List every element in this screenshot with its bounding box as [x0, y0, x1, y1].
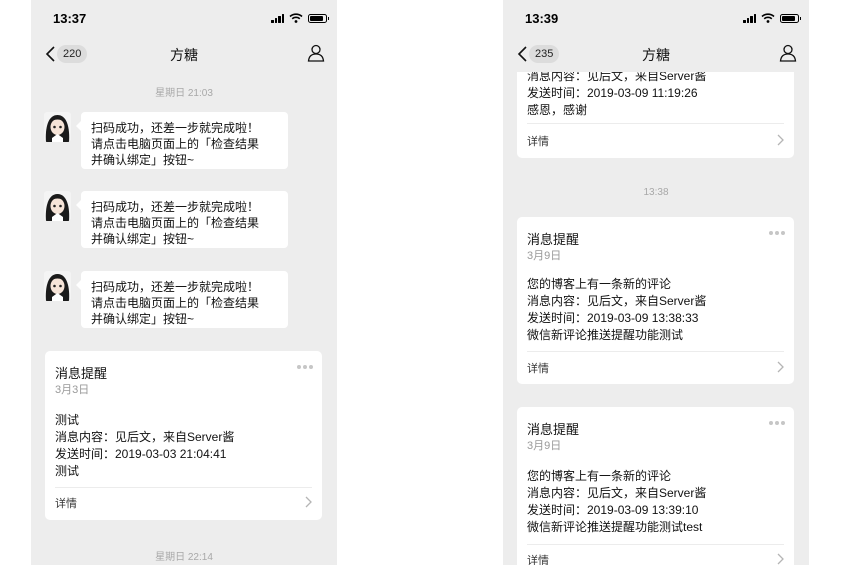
more-dots-icon[interactable] [769, 421, 785, 425]
card-title: 消息提醒 [55, 366, 108, 381]
card-date: 3月9日 [527, 440, 562, 452]
notification-card[interactable]: 消息提醒 3月9日 您的博客上有一条新的评论 消息内容：见后文，来自Server… [517, 407, 794, 565]
card-divider [527, 123, 784, 124]
message-line: 请点击电脑页面上的「检查结果 [91, 296, 260, 310]
avatar[interactable] [44, 112, 71, 142]
card-line: 消息内容：见后文，来自Server酱 [527, 294, 707, 308]
signal-icon [271, 13, 284, 23]
card-detail-link[interactable]: 详情 [55, 495, 77, 511]
more-dots-icon[interactable] [769, 231, 785, 235]
card-detail-link[interactable]: 详情 [527, 552, 549, 565]
chevron-right-icon[interactable] [776, 134, 784, 146]
person-icon[interactable] [306, 43, 326, 63]
card-line: 测试 [55, 413, 80, 427]
card-divider [55, 487, 312, 488]
message-bubble[interactable]: 扫码成功，还差一步就完成啦！ 请点击电脑页面上的「检查结果 并确认绑定」按钮~ [76, 191, 288, 248]
status-bar: 13:39 [503, 0, 809, 34]
card-divider [527, 351, 784, 352]
message-bubble[interactable]: 扫码成功，还差一步就完成啦！ 请点击电脑页面上的「检查结果 并确认绑定」按钮~ [76, 271, 288, 328]
card-body: 您的博客上有一条新的评论 消息内容：见后文，来自Server酱 发送时间：201… [527, 468, 706, 536]
message-line: 并确认绑定」按钮~ [91, 153, 195, 167]
card-line: 微信新评论推送提醒功能测试 [527, 328, 684, 342]
card-title: 消息提醒 [527, 232, 580, 247]
status-time: 13:37 [53, 11, 87, 26]
card-body: 测试 消息内容：见后文，来自Server酱 发送时间：2019-03-03 21… [55, 412, 234, 480]
status-icons [743, 12, 801, 24]
card-line: 测试 [55, 464, 80, 478]
chevron-right-icon[interactable] [776, 361, 784, 373]
time-separator: 星期日 21:03 [155, 88, 213, 99]
message-line: 并确认绑定」按钮~ [91, 312, 195, 326]
message-line: 扫码成功，还差一步就完成啦！ [91, 121, 260, 135]
card-divider [527, 544, 784, 545]
card-line: 消息内容：见后文，来自Server酱 [527, 486, 707, 500]
card-line: 发送时间：2019-03-09 13:39:10 [527, 503, 699, 517]
status-bar: 13:37 [31, 0, 337, 34]
card-detail-link[interactable]: 详情 [527, 360, 549, 376]
card-detail-link[interactable]: 详情 [527, 133, 549, 149]
left-phone-screen: 13:37 220 方糖 星期日 21:03 扫码成功，还差一步就完成啦！ 请点… [31, 0, 337, 565]
chat-title: 方糖 [642, 47, 670, 63]
status-time: 13:39 [525, 11, 559, 26]
avatar[interactable] [44, 191, 71, 221]
notification-card[interactable]: 消息提醒 3月9日 您的博客上有一条新的评论 消息内容：见后文，来自Server… [517, 217, 794, 384]
card-body: 您的博客上有一条新的评论 消息内容：见后文，来自Server酱 发送时间：201… [527, 276, 706, 344]
message-line: 扫码成功，还差一步就完成啦！ [91, 200, 260, 214]
battery-icon [308, 13, 329, 23]
card-line: 消息内容：见后文，来自Server酱 [55, 430, 235, 444]
signal-icon [743, 13, 756, 23]
notification-card[interactable]: 消息提醒 3月3日 测试 消息内容：见后文，来自Server酱 发送时间：201… [45, 351, 322, 520]
avatar[interactable] [44, 271, 71, 301]
chat-navbar: 220 方糖 [31, 34, 337, 74]
message-line: 请点击电脑页面上的「检查结果 [91, 216, 260, 230]
right-phone-screen: 消息内容：见后文，来自Server酱 发送时间：2019-03-09 11:19… [503, 0, 809, 565]
chat-title: 方糖 [170, 47, 198, 63]
card-line: 您的博客上有一条新的评论 [527, 277, 672, 291]
time-separator: 13:38 [643, 187, 669, 198]
card-line: 发送时间：2019-03-09 11:19:26 [527, 86, 698, 100]
card-body: 消息内容：见后文，来自Server酱 发送时间：2019-03-09 11:19… [527, 68, 706, 119]
card-date: 3月3日 [55, 384, 90, 396]
wifi-icon [761, 13, 775, 23]
message-line: 请点击电脑页面上的「检查结果 [91, 137, 260, 151]
card-line: 感恩，感谢 [527, 103, 588, 117]
message-line: 扫码成功，还差一步就完成啦！ [91, 280, 260, 294]
time-separator: 星期日 22:14 [155, 552, 213, 563]
card-date: 3月9日 [527, 250, 562, 262]
chevron-right-icon[interactable] [304, 496, 312, 508]
message-bubble[interactable]: 扫码成功，还差一步就完成啦！ 请点击电脑页面上的「检查结果 并确认绑定」按钮~ [76, 112, 288, 169]
card-line: 您的博客上有一条新的评论 [527, 469, 672, 483]
card-title: 消息提醒 [527, 422, 580, 437]
chevron-right-icon[interactable] [776, 553, 784, 565]
wifi-icon [289, 13, 303, 23]
message-line: 并确认绑定」按钮~ [91, 232, 195, 246]
card-line: 微信新评论推送提醒功能测试test [527, 520, 703, 534]
chat-navbar: 235 方糖 [503, 34, 809, 72]
more-dots-icon[interactable] [297, 365, 313, 369]
card-line: 发送时间：2019-03-09 13:38:33 [527, 311, 699, 325]
status-icons [271, 12, 329, 24]
battery-icon [780, 13, 801, 23]
card-line: 发送时间：2019-03-03 21:04:41 [55, 447, 227, 461]
person-icon[interactable] [778, 43, 798, 63]
